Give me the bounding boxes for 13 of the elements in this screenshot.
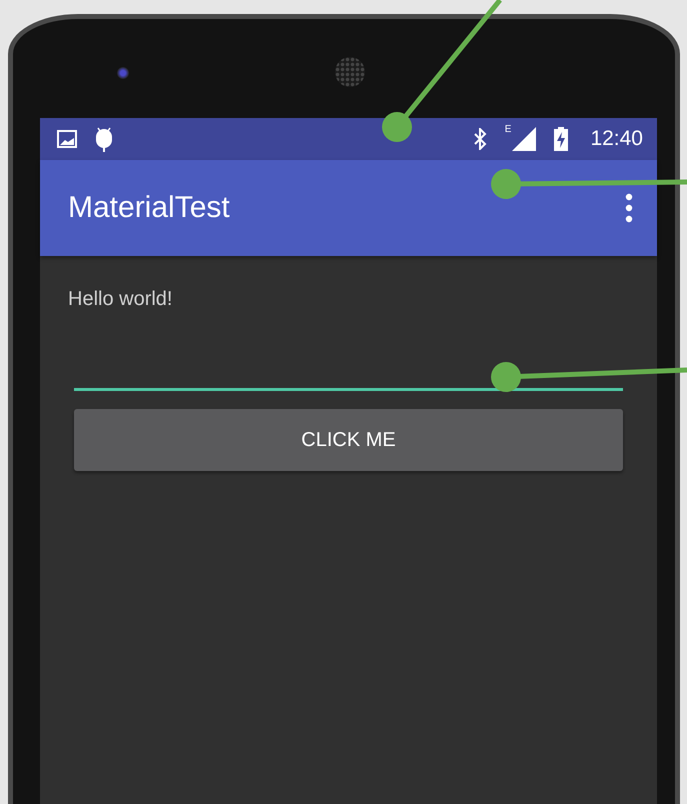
camera-icon [117,67,129,79]
signal-icon [512,127,536,151]
click-me-button[interactable]: CLICK ME [74,409,623,471]
speaker-icon [335,57,365,87]
battery-icon [554,127,568,151]
overflow-menu-icon[interactable] [625,193,633,223]
hello-text: Hello world! [68,288,174,311]
image-icon [57,130,77,148]
bluetooth-icon [472,128,487,150]
status-time: 12:40 [590,127,643,151]
android-icon [95,126,113,152]
network-type-label: E [504,125,512,135]
app-title: MaterialTest [68,191,231,225]
